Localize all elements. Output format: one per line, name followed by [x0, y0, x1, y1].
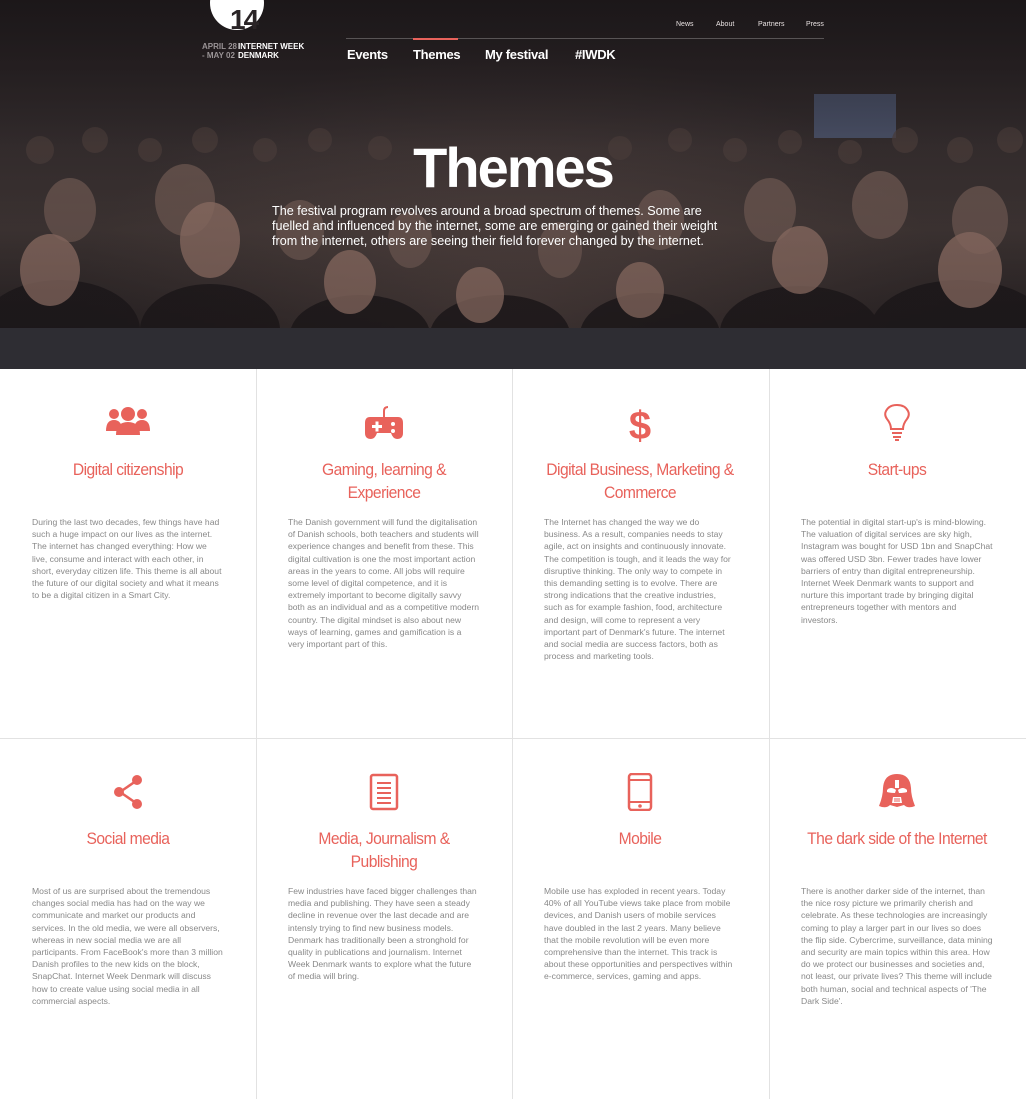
theme-title: Gaming, learning & Experience [322, 460, 447, 502]
nav-about[interactable]: About [716, 21, 734, 28]
theme-card-social-media[interactable]: Social media Most of us are surprised ab… [0, 738, 256, 1107]
theme-title: Start-ups [867, 460, 927, 479]
logo-name: INTERNET WEEK DENMARK [238, 42, 304, 60]
share-icon [0, 774, 256, 818]
logo-dates: APRIL 28 - MAY 02 [202, 42, 237, 60]
dollar-icon: $ [512, 403, 768, 447]
theme-description: The potential in digital start-up's is m… [801, 517, 993, 625]
theme-title: Media, Journalism & Publishing [318, 829, 450, 871]
document-icon [256, 773, 512, 817]
nav-my-festival[interactable]: My festival [485, 47, 548, 62]
mobile-phone-icon [512, 773, 768, 817]
site-logo[interactable]: 14 APRIL 28 - MAY 02 INTERNET WEEK DENMA… [200, 0, 310, 62]
theme-title: Mobile [618, 829, 662, 848]
nav-news[interactable]: News [676, 21, 694, 28]
theme-description: Most of us are surprised about the treme… [32, 886, 223, 1006]
theme-card-media[interactable]: Media, Journalism & Publishing Few indus… [256, 738, 512, 1107]
gamepad-icon [256, 405, 512, 449]
nav-events[interactable]: Events [347, 47, 388, 62]
themes-grid: Digital citizenship During the last two … [0, 369, 1026, 1099]
nav-press[interactable]: Press [806, 21, 824, 28]
theme-description: Few industries have faced bigger challen… [288, 886, 477, 982]
active-tab-indicator [413, 38, 458, 40]
theme-description: The Danish government will fund the digi… [288, 517, 480, 650]
svg-text:$: $ [629, 404, 651, 443]
page-title: Themes [413, 136, 615, 199]
theme-description: Mobile use has exploded in recent years.… [544, 886, 733, 982]
theme-description: The Internet has changed the way we do b… [544, 517, 731, 662]
theme-description: During the last two decades, few things … [32, 517, 222, 601]
dark-band [0, 328, 1026, 369]
theme-description: There is another darker side of the inte… [801, 886, 993, 1006]
theme-title: Social media [86, 829, 170, 848]
theme-title: The dark side of the Internet [807, 829, 987, 848]
logo-name-line2: DENMARK [238, 51, 279, 60]
page-intro: The festival program revolves around a b… [272, 204, 718, 248]
people-icon [0, 405, 256, 449]
darth-vader-icon [769, 772, 1025, 816]
theme-card-start-ups[interactable]: Start-ups The potential in digital start… [769, 369, 1025, 738]
theme-card-mobile[interactable]: Mobile Mobile use has exploded in recent… [512, 738, 768, 1107]
logo-number: 14 [230, 4, 259, 35]
lightbulb-icon [769, 403, 1025, 447]
logo-name-line1: INTERNET WEEK [238, 42, 305, 51]
theme-title: Digital citizenship [72, 460, 184, 479]
nav-partners[interactable]: Partners [758, 21, 784, 28]
hero-banner: 14 APRIL 28 - MAY 02 INTERNET WEEK DENMA… [0, 0, 1026, 328]
theme-card-gaming[interactable]: Gaming, learning & Experience The Danish… [256, 369, 512, 738]
theme-title: Digital Business, Marketing & Commerce [546, 460, 734, 502]
theme-card-dark-side[interactable]: The dark side of the Internet There is a… [769, 738, 1025, 1107]
theme-card-digital-business[interactable]: $ Digital Business, Marketing & Commerce… [512, 369, 768, 738]
logo-date-start: APRIL 28 [202, 42, 237, 51]
logo-date-end: - MAY 02 [202, 51, 235, 60]
theme-card-digital-citizenship[interactable]: Digital citizenship During the last two … [0, 369, 256, 738]
nav-themes[interactable]: Themes [413, 47, 461, 62]
nav-iwdk[interactable]: #IWDK [575, 47, 616, 62]
